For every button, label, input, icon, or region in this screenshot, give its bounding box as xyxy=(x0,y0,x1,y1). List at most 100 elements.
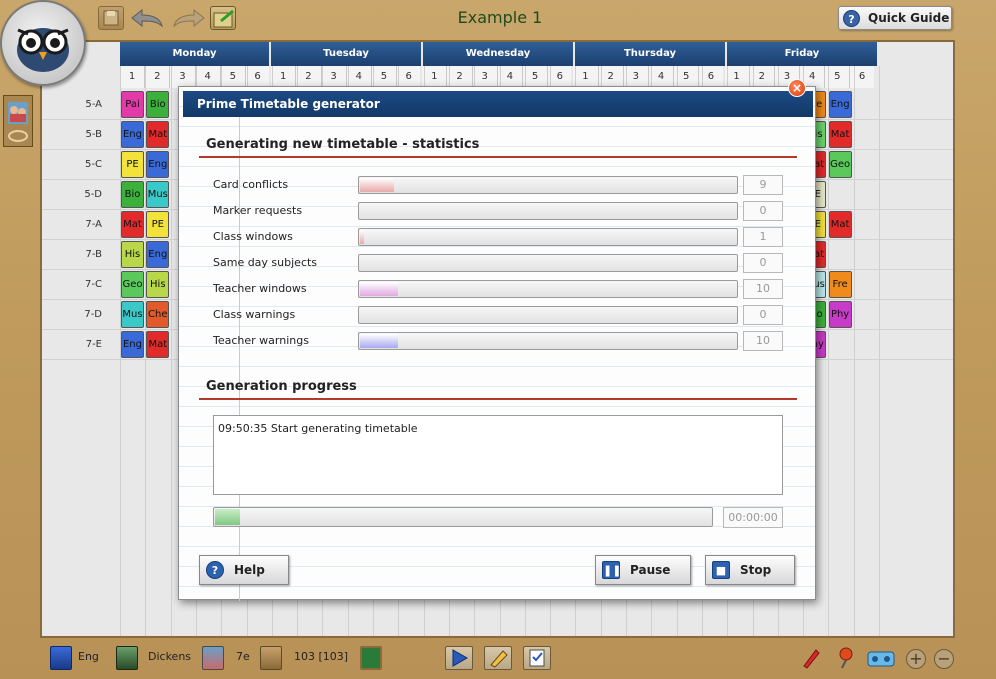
stat-label: Class windows xyxy=(213,230,293,243)
zoom-out-icon[interactable]: − xyxy=(934,649,954,669)
period-header: 4 xyxy=(498,66,523,88)
stat-label: Class warnings xyxy=(213,308,296,321)
lesson-card[interactable]: Che xyxy=(146,301,170,328)
day-header-friday[interactable]: Friday xyxy=(727,42,879,66)
lesson-card[interactable]: Mat xyxy=(146,331,170,358)
class-row-label[interactable]: 7-A xyxy=(42,210,102,240)
pause-button[interactable]: ❚❚ Pause xyxy=(595,555,691,585)
blackboard-icon[interactable] xyxy=(360,646,382,670)
lesson-card[interactable]: Mat xyxy=(146,121,170,148)
period-header: 6 xyxy=(699,66,725,88)
lesson-card[interactable]: Bio xyxy=(121,181,144,208)
stat-label: Teacher warnings xyxy=(213,334,309,347)
period-header: 1 xyxy=(725,66,750,88)
quick-guide-button[interactable]: ? Quick Guide xyxy=(838,6,952,30)
pin-icon[interactable] xyxy=(834,646,856,670)
period-header: 3 xyxy=(624,66,649,88)
lesson-card[interactable]: PE xyxy=(121,151,144,178)
stat-bar xyxy=(358,176,738,194)
lesson-card[interactable]: Eng xyxy=(121,121,144,148)
period-header: 3 xyxy=(473,66,498,88)
timetable-generator-dialog: Prime Timetable generator × Generating n… xyxy=(178,79,816,601)
lesson-card[interactable]: Eng xyxy=(146,241,170,268)
lesson-card[interactable]: Geo xyxy=(828,151,852,178)
class-row-label[interactable]: 7-B xyxy=(42,240,102,270)
stat-label: Card conflicts xyxy=(213,178,289,191)
zoom-in-icon[interactable]: + xyxy=(906,649,926,669)
subject-icon[interactable] xyxy=(50,646,72,670)
period-header: 1 xyxy=(422,66,448,88)
room-icon[interactable] xyxy=(260,646,282,670)
day-header-monday[interactable]: Monday xyxy=(120,42,271,66)
pause-icon: ❚❚ xyxy=(602,561,621,579)
class-icon[interactable] xyxy=(202,646,224,670)
lesson-card[interactable]: Geo xyxy=(121,271,144,298)
class-row-label[interactable]: 7-D xyxy=(42,300,102,330)
lesson-card[interactable]: Eng xyxy=(828,91,852,118)
stats-section-title: Generating new timetable - statistics xyxy=(206,137,480,152)
lesson-card[interactable]: Mus xyxy=(121,301,144,328)
lesson-card[interactable]: Fre xyxy=(828,271,852,298)
lesson-card[interactable]: Eng xyxy=(146,151,170,178)
progress-divider xyxy=(199,398,797,400)
class-row-label[interactable]: 7-C xyxy=(42,270,102,300)
teacher-icon[interactable] xyxy=(116,646,138,670)
lesson-card[interactable]: His xyxy=(146,271,170,298)
class-row-label[interactable]: 5-B xyxy=(42,120,102,150)
stop-button[interactable]: ■ Stop xyxy=(705,555,795,585)
save-icon[interactable] xyxy=(98,6,124,30)
toolbox-icon[interactable] xyxy=(866,646,896,670)
lesson-card[interactable]: Bio xyxy=(146,91,170,118)
stat-value: 0 xyxy=(743,253,783,273)
lesson-card[interactable]: Mus xyxy=(146,181,170,208)
lesson-card[interactable]: Mat xyxy=(828,211,852,238)
help-button[interactable]: ? Help xyxy=(199,555,289,585)
period-header: 4 xyxy=(649,66,675,88)
period-header: 5 xyxy=(221,66,246,88)
period-headers: 123456123456123456123456123456 xyxy=(120,66,876,88)
lesson-card[interactable]: Phy xyxy=(828,301,852,328)
lesson-card[interactable]: Mat xyxy=(828,121,852,148)
stat-value: 1 xyxy=(743,227,783,247)
stat-bar-fill xyxy=(360,334,398,348)
view-selector-icon[interactable] xyxy=(3,95,33,147)
class-row-label[interactable]: 5-D xyxy=(42,180,102,210)
period-header: 6 xyxy=(397,66,423,88)
class-row-label[interactable]: 5-A xyxy=(42,90,102,120)
day-header-wednesday[interactable]: Wednesday xyxy=(423,42,575,66)
help-icon: ? xyxy=(206,561,224,579)
period-header: 5 xyxy=(523,66,549,88)
period-header: 2 xyxy=(145,66,171,88)
day-header-thursday[interactable]: Thursday xyxy=(575,42,727,66)
lesson-card[interactable]: Mat xyxy=(121,211,144,238)
lesson-card[interactable]: His xyxy=(121,241,144,268)
stat-bar-fill xyxy=(360,230,364,244)
stat-label: Teacher windows xyxy=(213,282,307,295)
stat-bar xyxy=(358,280,738,298)
play-icon[interactable] xyxy=(445,646,473,670)
quick-guide-label: Quick Guide xyxy=(868,11,950,25)
lesson-card[interactable]: PE xyxy=(146,211,170,238)
stat-bar-fill xyxy=(360,178,394,192)
class-row-label[interactable]: 5-C xyxy=(42,150,102,180)
stat-bar xyxy=(358,332,738,350)
day-header-tuesday[interactable]: Tuesday xyxy=(271,42,423,66)
redo-icon[interactable] xyxy=(170,6,205,30)
period-header: 1 xyxy=(271,66,297,88)
import-icon[interactable] xyxy=(210,6,236,30)
period-header: 1 xyxy=(120,66,146,88)
lesson-card[interactable]: Pai xyxy=(121,91,144,118)
stat-label: Same day subjects xyxy=(213,256,318,269)
generation-log[interactable]: 09:50:35 Start generating timetable xyxy=(213,415,783,495)
lesson-card[interactable]: Eng xyxy=(121,331,144,358)
stat-bar xyxy=(358,202,738,220)
checklist-icon[interactable] xyxy=(523,646,551,670)
class-row-label[interactable]: 7-E xyxy=(42,330,102,360)
close-icon[interactable]: × xyxy=(788,79,806,97)
period-header: 1 xyxy=(573,66,599,88)
pencil-icon[interactable] xyxy=(800,646,822,670)
stat-bar xyxy=(358,228,738,246)
edit-card-icon[interactable] xyxy=(484,646,512,670)
period-header: 3 xyxy=(170,66,196,88)
undo-icon[interactable] xyxy=(128,6,163,30)
